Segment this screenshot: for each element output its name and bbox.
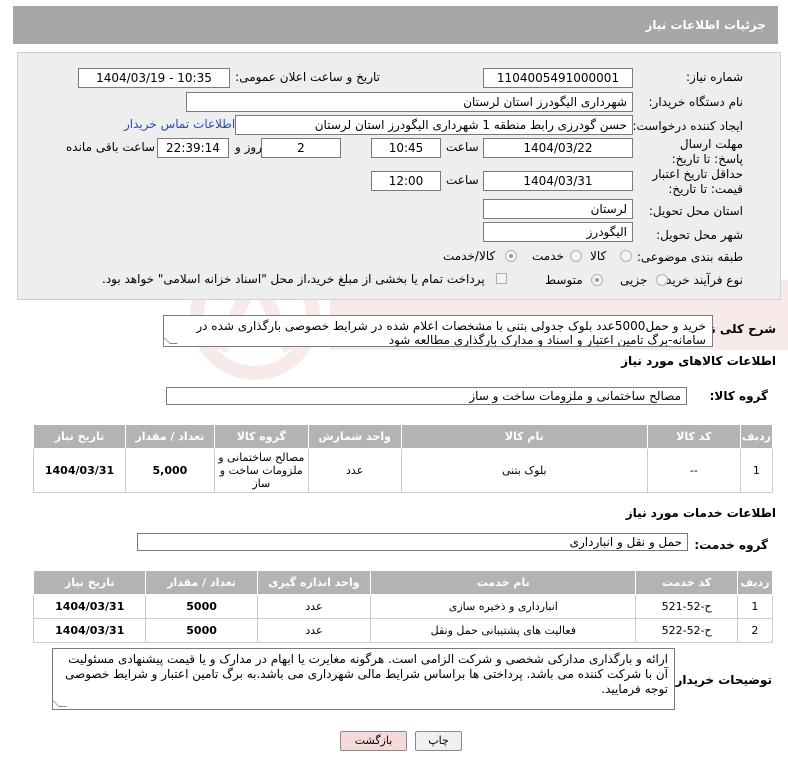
service-row-code: ح-52-522 bbox=[635, 618, 738, 643]
validity-time-label: ساعت bbox=[446, 173, 479, 187]
print-button[interactable]: چاپ bbox=[415, 731, 462, 751]
table-row: 1 ح-52-521 انبارداری و ذخیره سازی عدد 50… bbox=[32, 594, 774, 619]
service-row-unit: عدد bbox=[256, 618, 372, 643]
page-title: جزئیات اطلاعات نیاز bbox=[645, 18, 766, 32]
announce-label: تاریخ و ساعت اعلان عمومی: bbox=[235, 70, 380, 84]
need-number-field[interactable]: 1104005491000001 bbox=[483, 68, 633, 88]
goods-table-header: ردیف کد کالا نام کالا واحد شمارش گروه کا… bbox=[33, 424, 774, 449]
days-remaining-field[interactable]: 2 bbox=[261, 138, 341, 158]
treasury-payment-note: پرداخت تمام یا بخشی از مبلغ خرید،از محل … bbox=[102, 272, 485, 286]
service-row-name: فعالیت های پشتیبانی حمل ونقل bbox=[370, 618, 637, 643]
goods-row-number: 1 bbox=[739, 448, 774, 493]
process-radio-minor[interactable] bbox=[656, 274, 668, 286]
services-table: ردیف کد خدمت نام خدمت واحد اندازه گیری ت… bbox=[32, 570, 774, 643]
deadline-date-field[interactable]: 1404/03/22 bbox=[483, 138, 633, 158]
services-table-header: ردیف کد خدمت نام خدمت واحد اندازه گیری ت… bbox=[32, 570, 774, 595]
treasury-payment-checkbox[interactable] bbox=[496, 273, 507, 284]
process-radio-medium[interactable] bbox=[591, 274, 603, 286]
services-col-name: نام خدمت bbox=[370, 570, 637, 595]
category-radio-service[interactable] bbox=[570, 250, 582, 262]
goods-row-qty: 5,000 bbox=[124, 448, 215, 493]
goods-col-unit: واحد شمارش bbox=[307, 424, 402, 449]
goods-col-code: کد کالا bbox=[646, 424, 741, 449]
goods-col-name: نام کالا bbox=[400, 424, 648, 449]
buyer-notes-text: ارائه و بارگذاری مدارکی شخصی و شرکت الزا… bbox=[65, 652, 668, 696]
category-label: طبقه بندی موضوعی: bbox=[636, 250, 743, 264]
creator-label: ایجاد کننده درخواست: bbox=[632, 119, 743, 133]
description-textarea[interactable]: خرید و حمل5000عدد بلوک جدولی بتنی با مشخ… bbox=[163, 315, 713, 347]
services-section-title: اطلاعات خدمات مورد نیاز bbox=[625, 506, 776, 520]
buyer-org-label: نام دستگاه خریدار: bbox=[648, 95, 744, 109]
table-row: 1 -- بلوک بتنی عدد مصالح ساختمانی و ملزو… bbox=[33, 448, 774, 493]
goods-col-date: تاریخ نیاز bbox=[33, 424, 126, 449]
service-row-code: ح-52-521 bbox=[635, 594, 738, 619]
process-option-minor: جزیی bbox=[620, 273, 648, 287]
process-label: نوع فرآیند خرید : bbox=[658, 273, 743, 287]
category-option-service: خدمت bbox=[532, 249, 564, 263]
table-row: 2 ح-52-522 فعالیت های پشتیبانی حمل ونقل … bbox=[32, 618, 774, 643]
goods-col-qty: تعداد / مقدار bbox=[124, 424, 215, 449]
creator-field[interactable]: حسن گودرزی رابط منطقه 1 شهرداری الیگودرز… bbox=[235, 115, 633, 135]
validity-time-field[interactable]: 12:00 bbox=[371, 171, 441, 191]
service-row-name: انبارداری و ذخیره سازی bbox=[370, 594, 637, 619]
services-col-code: کد خدمت bbox=[635, 570, 738, 595]
goods-col-group: گروه کالا bbox=[213, 424, 309, 449]
goods-row-unit: عدد bbox=[307, 448, 402, 493]
buyer-contact-link[interactable]: اطلاعات تماس خریدار bbox=[124, 117, 235, 131]
buyer-org-field[interactable]: شهرداری الیگودرز استان لرستان bbox=[186, 92, 633, 112]
city-field[interactable]: الیگودرز bbox=[483, 222, 633, 242]
services-col-date: تاریخ نیاز bbox=[32, 570, 147, 595]
validity-date-field[interactable]: 1404/03/31 bbox=[483, 171, 633, 191]
deadline-label: مهلت ارسال پاسخ: تا تاریخ: bbox=[671, 137, 743, 166]
goods-row-code: -- bbox=[646, 448, 741, 493]
province-label: استان محل تحویل: bbox=[648, 204, 743, 218]
service-row-unit: عدد bbox=[256, 594, 372, 619]
services-col-qty: تعداد / مقدار bbox=[145, 570, 258, 595]
services-group-field[interactable]: حمل و نقل و انبارداری bbox=[137, 533, 688, 551]
category-option-goods: کالا bbox=[590, 249, 607, 263]
remaining-label: ساعت باقی مانده bbox=[66, 140, 156, 154]
category-radio-goods[interactable] bbox=[620, 250, 632, 262]
remaining-time-field[interactable]: 22:39:14 bbox=[157, 138, 229, 158]
category-option-goods-service: کالا/خدمت bbox=[443, 249, 496, 263]
goods-table: ردیف کد کالا نام کالا واحد شمارش گروه کا… bbox=[33, 424, 774, 493]
announce-field[interactable]: 1404/03/19 - 10:35 bbox=[78, 68, 230, 88]
resize-grip-icon[interactable] bbox=[53, 699, 67, 707]
goods-col-row: ردیف bbox=[739, 424, 774, 449]
services-group-label: گروه خدمت: bbox=[694, 538, 768, 552]
service-row-number: 1 bbox=[736, 594, 774, 619]
goods-row-date: 1404/03/31 bbox=[33, 448, 126, 493]
goods-row-name: بلوک بتنی bbox=[400, 448, 648, 493]
category-radio-goods-service[interactable] bbox=[505, 250, 517, 262]
page-header: جزئیات اطلاعات نیاز bbox=[13, 6, 778, 44]
deadline-time-label: ساعت bbox=[446, 140, 479, 154]
service-row-date: 1404/03/31 bbox=[32, 594, 147, 619]
goods-group-label: گروه کالا: bbox=[709, 389, 768, 403]
deadline-time-field[interactable]: 10:45 bbox=[371, 138, 441, 158]
process-option-medium: متوسط bbox=[545, 273, 583, 287]
need-number-label: شماره نیاز: bbox=[686, 70, 743, 84]
city-label: شهر محل تحویل: bbox=[656, 228, 743, 242]
service-row-qty: 5000 bbox=[145, 594, 258, 619]
province-field[interactable]: لرستان bbox=[483, 199, 633, 219]
back-button[interactable]: بازگشت bbox=[340, 731, 407, 751]
validity-label: حداقل تاریخ اعتبار قیمت: تا تاریخ: bbox=[652, 167, 743, 196]
service-row-date: 1404/03/31 bbox=[32, 618, 147, 643]
services-col-unit: واحد اندازه گیری bbox=[256, 570, 372, 595]
buyer-notes-textarea[interactable]: ارائه و بارگذاری مدارکی شخصی و شرکت الزا… bbox=[52, 648, 675, 710]
days-label: روز و bbox=[235, 140, 262, 154]
goods-section-title: اطلاعات کالاهای مورد نیاز bbox=[621, 354, 776, 368]
goods-row-group: مصالح ساختمانی و ملزومات ساخت و ساز bbox=[213, 448, 309, 493]
buyer-notes-label: توضیحات خریدار: bbox=[670, 673, 772, 687]
service-row-number: 2 bbox=[736, 618, 774, 643]
goods-group-field[interactable]: مصالح ساختمانی و ملزومات ساخت و ساز bbox=[166, 387, 687, 405]
service-row-qty: 5000 bbox=[145, 618, 258, 643]
description-text: خرید و حمل5000عدد بلوک جدولی بتنی با مشخ… bbox=[196, 319, 706, 347]
services-col-row: ردیف bbox=[736, 570, 774, 595]
resize-grip-icon[interactable] bbox=[164, 336, 178, 344]
